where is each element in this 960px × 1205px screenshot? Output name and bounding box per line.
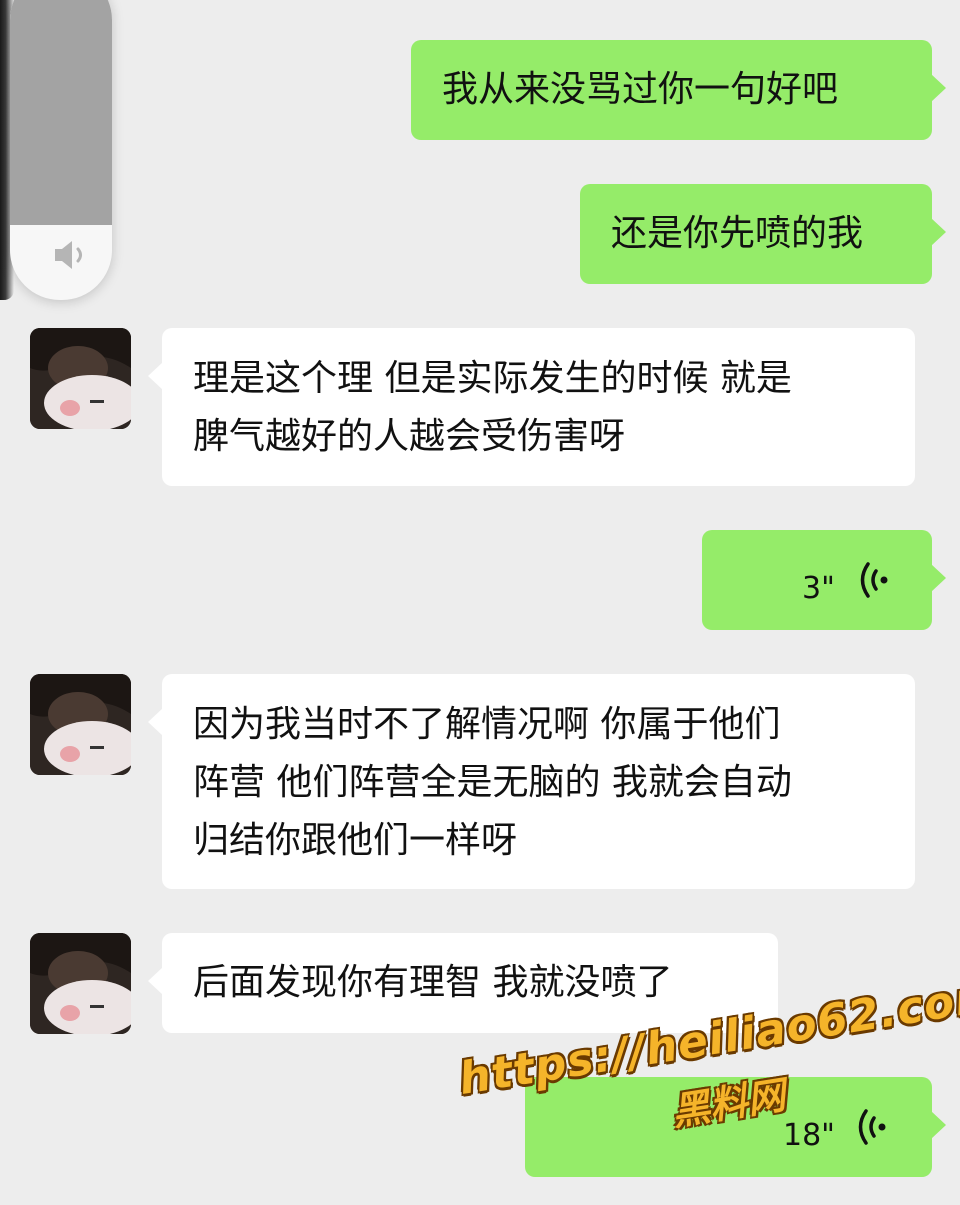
voice-wave-icon — [860, 562, 888, 598]
contact-avatar[interactable] — [30, 933, 131, 1034]
message-text: 还是你先喷的我 — [611, 213, 864, 254]
message-text-line: 脾气越好的人越会受伤害呀 — [193, 416, 626, 457]
voice-message-sent[interactable]: 3" — [702, 530, 946, 630]
volume-level-fill — [10, 0, 112, 225]
voice-wave-icon — [858, 1109, 886, 1145]
speaker-icon — [55, 241, 82, 269]
volume-slider[interactable] — [10, 0, 112, 300]
message-text-line: 因为我当时不了解情况啊 你属于他们 — [193, 704, 781, 745]
message-text-line: 阵营 他们阵营全是无脑的 我就会自动 — [193, 762, 792, 803]
message-bubble-sent[interactable]: 我从来没骂过你一句好吧 — [411, 40, 946, 140]
contact-avatar[interactable] — [30, 674, 131, 775]
message-text-line: 归结你跟他们一样呀 — [193, 820, 518, 861]
message-text: 我从来没骂过你一句好吧 — [442, 69, 839, 110]
message-bubble-sent[interactable]: 还是你先喷的我 — [580, 184, 946, 284]
message-bubble-received[interactable]: 后面发现你有理智 我就没喷了 — [148, 933, 778, 1033]
voice-duration: 18" — [783, 1118, 835, 1153]
contact-avatar[interactable] — [30, 328, 131, 429]
message-bubble-received[interactable]: 因为我当时不了解情况啊 你属于他们 阵营 他们阵营全是无脑的 我就会自动 归结你… — [148, 674, 915, 889]
chat-screen: 我从来没骂过你一句好吧 还是你先喷的我 理是这个理 但是实际发生的时候 就是 脾… — [0, 0, 960, 1205]
voice-message-sent[interactable]: 18" — [525, 1077, 946, 1177]
message-text-line: 理是这个理 但是实际发生的时候 就是 — [193, 358, 792, 399]
message-text: 后面发现你有理智 我就没喷了 — [193, 962, 673, 1003]
voice-duration: 3" — [802, 571, 835, 606]
message-bubble-received[interactable]: 理是这个理 但是实际发生的时候 就是 脾气越好的人越会受伤害呀 — [148, 328, 915, 486]
